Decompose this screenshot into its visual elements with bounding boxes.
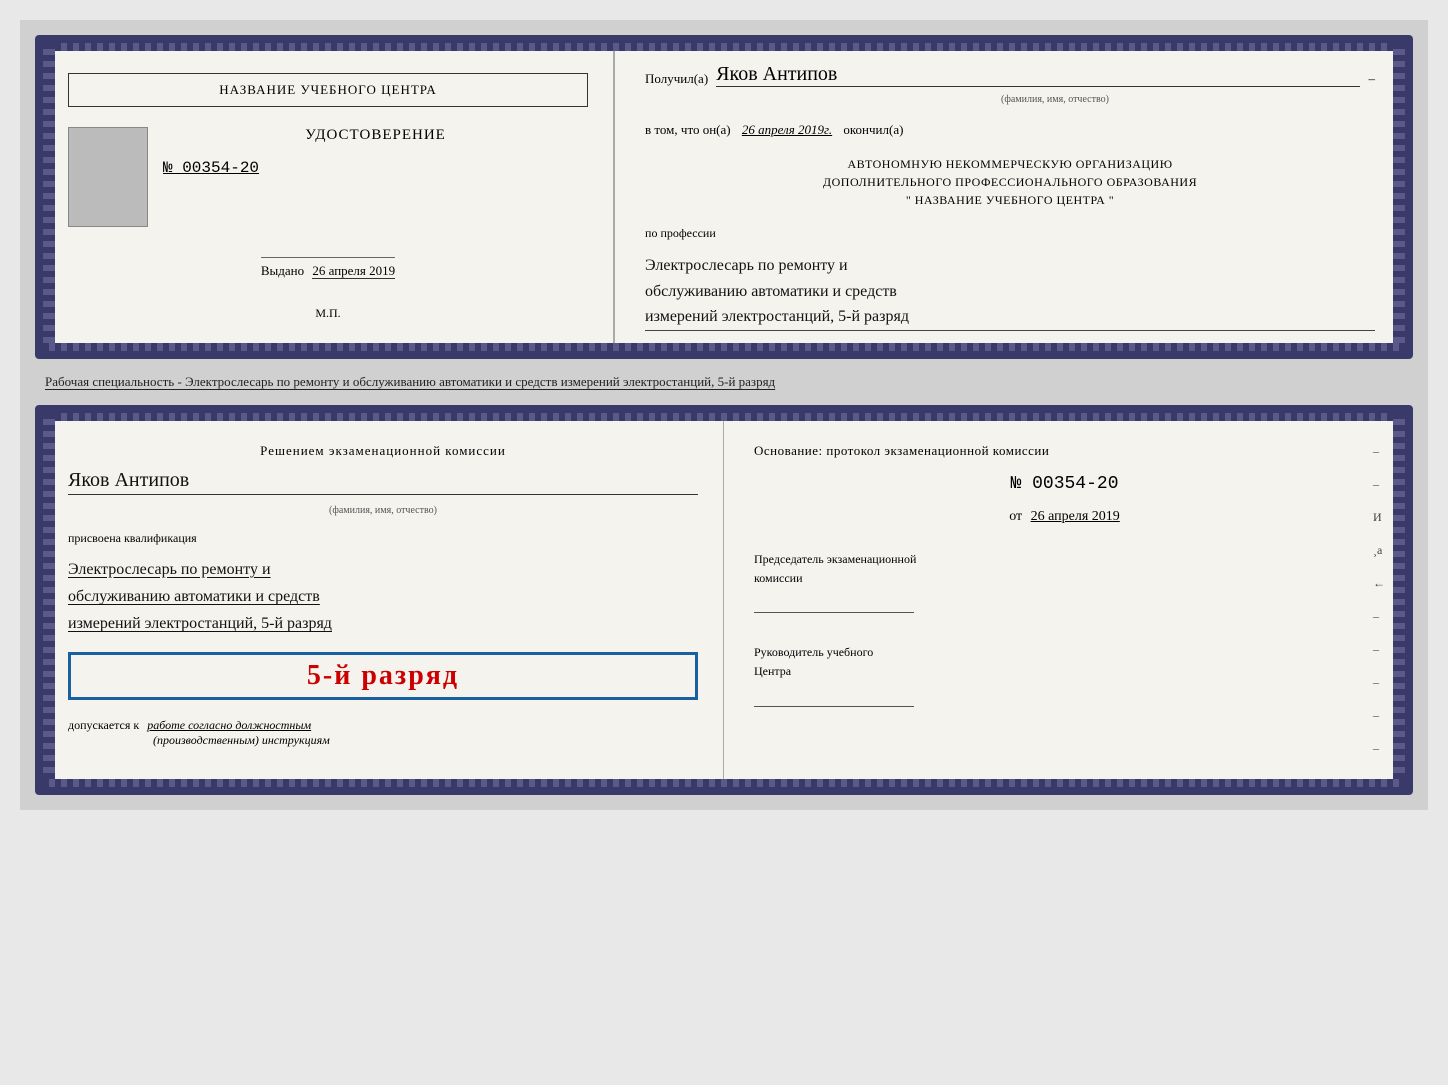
razryad-text: 5-й разряд	[86, 660, 680, 692]
right-border	[1393, 43, 1405, 351]
dopusk-line2: (производственным) инструкциям	[68, 733, 698, 748]
top-document: НАЗВАНИЕ УЧЕБНОГО ЦЕНТРА УДОСТОВЕРЕНИЕ №…	[35, 35, 1413, 359]
date-finished: окончил(а)	[843, 122, 903, 137]
date-prefix: в том, что он(а)	[645, 122, 731, 137]
bottom-doc-left: Решением экзаменационной комиссии Яков А…	[43, 413, 724, 787]
protocol-date-row: от 26 апреля 2019	[754, 509, 1375, 525]
received-row: Получил(а) Яков Антипов –	[645, 63, 1375, 87]
fio-subtitle-top: (фамилия, имя, отчество)	[735, 94, 1375, 105]
issued-date: 26 апреля 2019	[312, 263, 395, 279]
qual-text: Электрослесарь по ремонту и обслуживанию…	[68, 556, 698, 638]
received-prefix: Получил(а)	[645, 71, 708, 87]
protocol-number: 00354-20	[1032, 474, 1118, 494]
dopusk-prefix: допускается к	[68, 718, 139, 732]
razryad-box: 5-й разряд	[68, 652, 698, 700]
decision-title: Решением экзаменационной комиссии	[68, 443, 698, 459]
chairman-block: Председатель экзаменационной комиссии	[754, 550, 1375, 613]
top-doc-right: Получил(а) Яков Антипов – (фамилия, имя,…	[615, 43, 1405, 351]
bottom-doc-right: Основание: протокол экзаменационной коми…	[724, 413, 1405, 787]
cert-date: 26 апреля 2019г.	[742, 122, 832, 137]
top-doc-left: НАЗВАНИЕ УЧЕБНОГО ЦЕНТРА УДОСТОВЕРЕНИЕ №…	[43, 43, 615, 351]
bottom-left-border	[43, 413, 55, 787]
recipient-name: Яков Антипов	[716, 63, 1360, 87]
bottom-right-border	[1393, 413, 1405, 787]
cert-number: № 00354-20	[163, 159, 588, 177]
chairman-signature	[754, 593, 914, 613]
protocol-number-row: № 00354-20	[754, 474, 1375, 494]
profession-text: Электрослесарь по ремонту и обслуживанию…	[645, 253, 1375, 331]
bottom-fio-name: Яков Антипов	[68, 469, 698, 495]
org-full-name: АВТОНОМНУЮ НЕКОММЕРЧЕСКУЮ ОРГАНИЗАЦИЮ ДО…	[645, 155, 1375, 209]
profession-label: по профессии	[645, 226, 1375, 241]
dopusk-handwritten: работе согласно должностным	[147, 718, 311, 732]
left-border	[43, 43, 55, 351]
head-block: Руководитель учебного Центра	[754, 643, 1375, 706]
qualification-assigned: присвоена квалификация	[68, 531, 698, 546]
dash: –	[1368, 71, 1375, 87]
bottom-document: Решением экзаменационной комиссии Яков А…	[35, 405, 1413, 795]
issued-label: Выдано	[261, 263, 304, 278]
cert-title: УДОСТОВЕРЕНИЕ	[163, 127, 588, 144]
side-marks: – – – И ¸а ← – – – – – –	[1373, 411, 1385, 789]
photo-placeholder	[68, 127, 148, 227]
cert-middle-row: УДОСТОВЕРЕНИЕ № 00354-20	[68, 127, 588, 227]
date-row: в том, что он(а) 26 апреля 2019г. окончи…	[645, 122, 1375, 138]
dopusk-row: допускается к работе согласно должностны…	[68, 718, 698, 748]
stamp-mp: М.П.	[315, 306, 340, 321]
bottom-fio-sub: (фамилия, имя, отчество)	[68, 505, 698, 516]
org-name-box: НАЗВАНИЕ УЧЕБНОГО ЦЕНТРА	[68, 73, 588, 107]
cert-info-right: УДОСТОВЕРЕНИЕ № 00354-20	[163, 127, 588, 177]
page-wrapper: НАЗВАНИЕ УЧЕБНОГО ЦЕНТРА УДОСТОВЕРЕНИЕ №…	[20, 20, 1428, 810]
head-signature	[754, 687, 914, 707]
osnov-label: Основание: протокол экзаменационной коми…	[754, 443, 1375, 459]
protocol-date-value: 26 апреля 2019	[1031, 509, 1120, 524]
issued-line: Выдано 26 апреля 2019	[261, 257, 395, 279]
middle-text: Рабочая специальность - Электрослесарь п…	[35, 369, 1413, 395]
